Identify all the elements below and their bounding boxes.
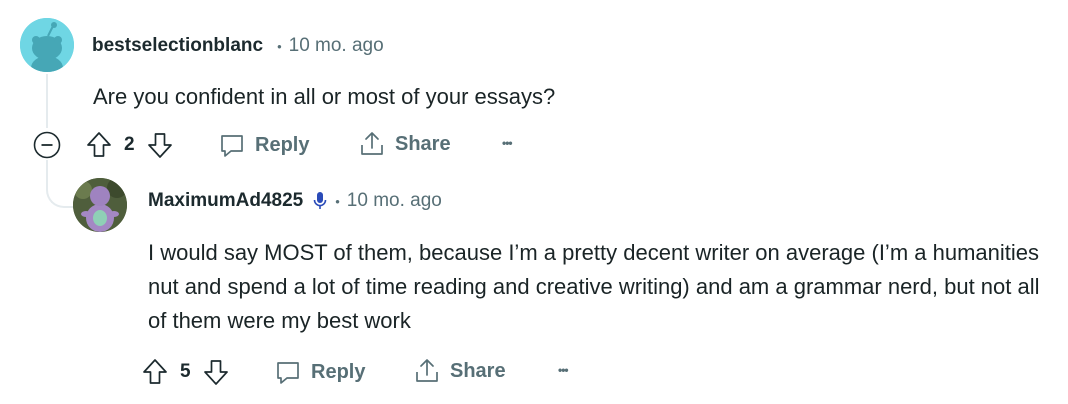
- username[interactable]: MaximumAd4825: [148, 190, 303, 212]
- timestamp[interactable]: 10 mo. ago: [289, 35, 384, 57]
- collapse-button[interactable]: [32, 130, 62, 160]
- avatar[interactable]: [20, 18, 74, 72]
- share-icon: [416, 359, 438, 382]
- downvote-button[interactable]: [147, 131, 173, 159]
- vote-controls: 2: [86, 131, 173, 159]
- vote-count: 5: [180, 361, 191, 382]
- reply-button[interactable]: Reply: [218, 131, 309, 159]
- snoo-avatar-icon: [20, 18, 74, 72]
- vote-count: 2: [124, 134, 135, 155]
- comment-bubble-icon: [221, 135, 243, 157]
- share-label: Share: [450, 359, 506, 382]
- thread-line-branch: [46, 160, 74, 208]
- comment-body: Are you confident in all or most of your…: [93, 84, 556, 109]
- share-button[interactable]: Share: [358, 130, 451, 158]
- more-options-button[interactable]: •••: [502, 136, 513, 150]
- downvote-arrow-icon: [147, 133, 172, 158]
- downvote-arrow-icon: [203, 360, 228, 385]
- more-options-button[interactable]: •••: [558, 363, 569, 377]
- username[interactable]: bestselectionblanc: [92, 35, 263, 57]
- microphone-icon: [313, 190, 327, 212]
- vote-controls: 5: [142, 358, 229, 386]
- timestamp[interactable]: 10 mo. ago: [347, 190, 442, 212]
- reply-label: Reply: [311, 360, 366, 383]
- separator-dot: •: [335, 193, 340, 209]
- share-button[interactable]: Share: [413, 357, 506, 385]
- upvote-button[interactable]: [86, 131, 112, 159]
- share-label: Share: [395, 132, 451, 155]
- downvote-button[interactable]: [203, 358, 229, 386]
- separator-dot: •: [277, 38, 282, 54]
- upvote-button[interactable]: [142, 358, 168, 386]
- avatar[interactable]: [73, 178, 127, 232]
- share-icon: [361, 132, 383, 155]
- reply-button[interactable]: Reply: [274, 358, 365, 386]
- comment1-header: bestselectionblanc • 10 mo. ago: [92, 35, 384, 57]
- comment2-header: MaximumAd4825 • 10 mo. ago: [148, 190, 442, 212]
- thread-line-main: [46, 74, 48, 128]
- upvote-arrow-icon: [87, 132, 111, 157]
- comment-body: I would say MOST of them, because I’m a …: [148, 240, 1040, 333]
- user-photo-avatar-icon: [73, 178, 127, 232]
- reply-label: Reply: [255, 133, 310, 156]
- collapse-minus-icon: [33, 131, 61, 159]
- comment-bubble-icon: [277, 362, 299, 384]
- upvote-arrow-icon: [143, 359, 167, 384]
